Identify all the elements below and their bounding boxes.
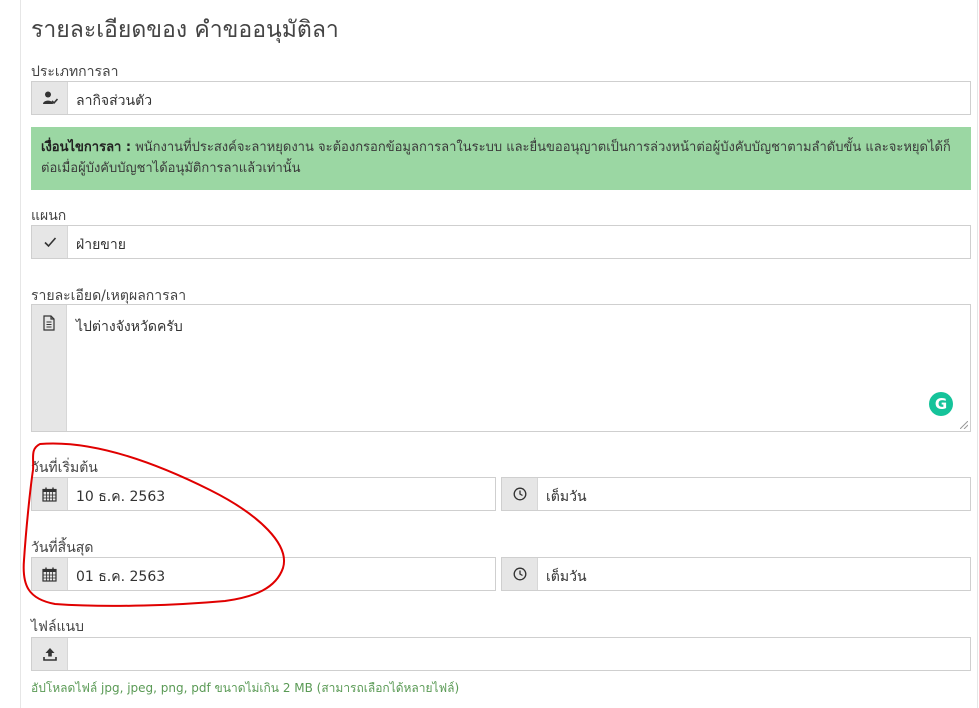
calendar-icon	[32, 478, 68, 510]
clock-icon	[502, 558, 538, 590]
end-time-select[interactable]: เต็มวัน	[501, 557, 971, 591]
leave-type-field[interactable]: ลากิจส่วนตัว	[31, 81, 971, 115]
document-icon	[32, 305, 67, 431]
resize-handle-icon[interactable]	[960, 421, 968, 429]
end-date-input[interactable]: 01 ธ.ค. 2563	[31, 557, 496, 591]
user-check-icon	[32, 82, 68, 114]
department-value: ฝ่ายขาย	[76, 237, 126, 253]
left-border	[20, 0, 21, 708]
grammarly-icon[interactable]: G	[929, 392, 953, 416]
start-date-label: วันที่เริ่มต้น	[31, 460, 98, 476]
start-time-value: เต็มวัน	[546, 489, 587, 505]
end-date-value: 01 ธ.ค. 2563	[76, 569, 166, 585]
page-title: รายละเอียดของ คำขออนุมัติลา	[31, 17, 339, 43]
reason-value: ไปต่างจังหวัดครับ	[76, 319, 183, 335]
attachment-input[interactable]	[31, 637, 971, 671]
calendar-icon	[32, 558, 68, 590]
leave-condition-alert: เงื่อนไขการลา : พนักงานที่ประสงค์จะลาหยุ…	[31, 127, 971, 190]
start-date-input[interactable]: 10 ธ.ค. 2563	[31, 477, 496, 511]
department-label: แผนก	[31, 208, 67, 224]
upload-icon[interactable]	[32, 638, 68, 670]
clock-icon	[502, 478, 538, 510]
department-field[interactable]: ฝ่ายขาย	[31, 225, 971, 259]
condition-text: พนักงานที่ประสงค์จะลาหยุดงาน จะต้องกรอกข…	[41, 140, 951, 176]
right-border	[977, 0, 978, 708]
start-time-select[interactable]: เต็มวัน	[501, 477, 971, 511]
end-time-value: เต็มวัน	[546, 569, 587, 585]
attachment-label: ไฟล์แนบ	[31, 619, 85, 635]
leave-type-label: ประเภทการลา	[31, 64, 119, 80]
end-date-label: วันที่สิ้นสุด	[31, 540, 94, 556]
start-date-value: 10 ธ.ค. 2563	[76, 489, 166, 505]
check-icon	[32, 226, 68, 258]
leave-type-value: ลากิจส่วนตัว	[76, 93, 153, 109]
condition-title: เงื่อนไขการลา :	[41, 140, 132, 155]
reason-textarea[interactable]: ไปต่างจังหวัดครับ G	[31, 304, 971, 432]
attachment-hint: อัปโหลดไฟล์ jpg, jpeg, png, pdf ขนาดไม่เ…	[31, 681, 460, 695]
